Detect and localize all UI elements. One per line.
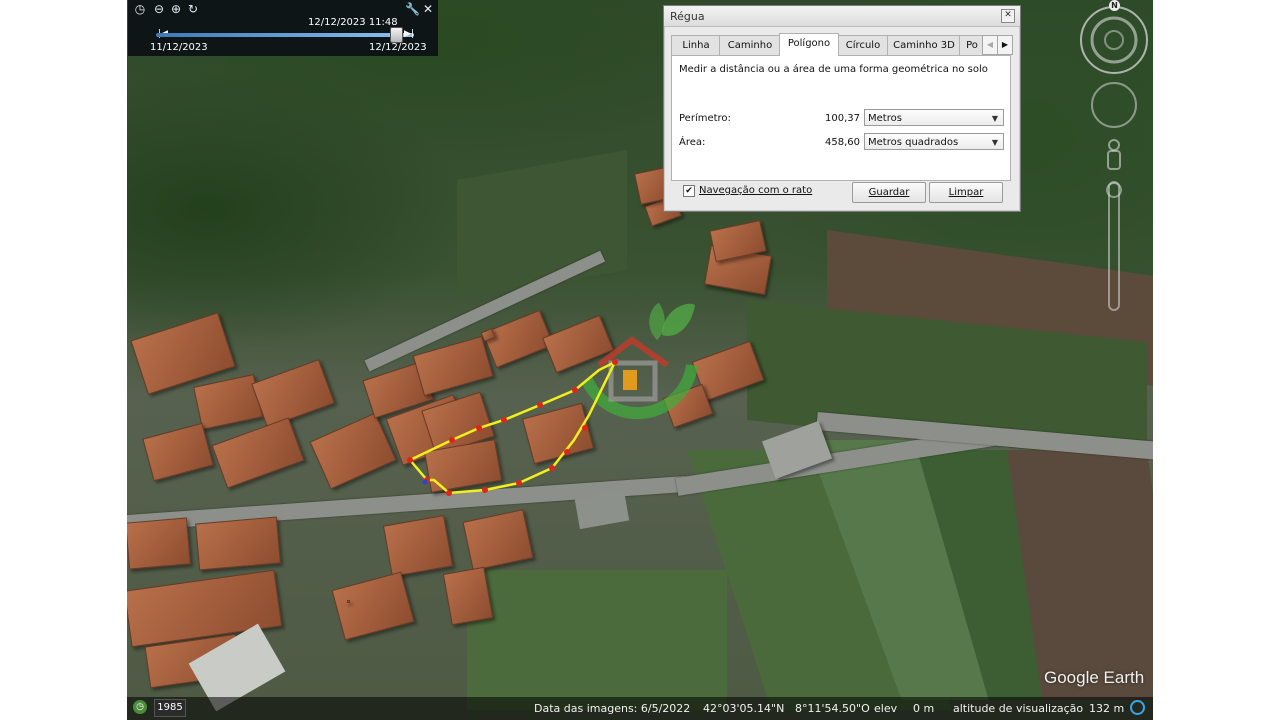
ruler-description: Medir a distância ou a área de uma forma…	[679, 64, 988, 75]
time-slider-thumb[interactable]	[390, 27, 403, 43]
ruler-tabs: Linha Caminho Polígono Círculo Caminho 3…	[671, 33, 1013, 56]
tab-circulo[interactable]: Círculo	[837, 35, 889, 55]
wrench-icon[interactable]: 🔧	[405, 2, 420, 16]
refresh-icon[interactable]: ↻	[186, 2, 200, 16]
next-step-icon[interactable]: ▶|	[404, 29, 414, 39]
historical-imagery-icon[interactable]: ◷	[133, 700, 147, 714]
chevron-down-icon: ▼	[991, 138, 998, 147]
status-bar: ◷ 1985 Data das imagens: 6/5/2022 42°03'…	[127, 697, 1153, 720]
tab-caminho[interactable]: Caminho	[719, 35, 781, 55]
tab-scroll-left-icon[interactable]: ◀	[982, 35, 998, 55]
ruler-dialog: Régua ✕ Linha Caminho Polígono Círculo C…	[663, 5, 1021, 212]
perimeter-unit-select[interactable]: Metros ▼	[864, 109, 1004, 126]
street-view-pegman-icon[interactable]	[1107, 139, 1121, 170]
compass-icon[interactable]	[1080, 6, 1148, 74]
ruler-panel: Medir a distância ou a área de uma forma…	[671, 55, 1011, 181]
save-button[interactable]: Guardar	[852, 182, 926, 203]
zoom-slider-icon[interactable]	[1106, 181, 1122, 311]
end-date-label: 12/12/2023	[369, 42, 427, 53]
elevation-value: 0 m	[913, 702, 935, 715]
area-unit-select[interactable]: Metros quadrados ▼	[864, 133, 1004, 150]
close-icon[interactable]: ✕	[421, 2, 435, 16]
eye-altitude-label: altitude de visualização	[953, 702, 1084, 715]
tab-scroll-right-icon[interactable]: ▶	[997, 35, 1013, 55]
latitude-readout: 42°03'05.14"N	[703, 702, 785, 715]
zoom-in-icon[interactable]: ⊕	[169, 2, 183, 16]
dialog-titlebar[interactable]: Régua ✕	[664, 6, 1020, 27]
mouse-navigation-checkbox[interactable]: ✔	[683, 185, 695, 197]
clock-icon[interactable]: ◷	[133, 2, 147, 16]
streaming-indicator-icon	[1130, 700, 1145, 715]
current-date-label: 12/12/2023 11:48	[308, 17, 398, 28]
imagery-date: Data das imagens: 6/5/2022	[534, 702, 691, 715]
tab-poligono[interactable]: Polígono	[779, 33, 839, 56]
google-earth-logo: Google Earth	[1044, 668, 1145, 687]
mouse-navigation-label: Navegação com o rato	[699, 185, 813, 196]
longitude-readout: 8°11'54.50"O	[795, 702, 870, 715]
start-date-label: 11/12/2023	[150, 42, 208, 53]
north-indicator: N	[1109, 0, 1120, 11]
chevron-down-icon: ▼	[991, 114, 998, 123]
clear-button[interactable]: Limpar	[929, 182, 1003, 203]
perimeter-label: Perímetro:	[679, 113, 731, 124]
perimeter-value: 100,37	[825, 113, 860, 124]
navigation-controls	[1080, 6, 1148, 311]
close-icon[interactable]: ✕	[1001, 9, 1015, 23]
area-value: 458,60	[825, 137, 860, 148]
area-label: Área:	[679, 137, 706, 148]
imagery-year-badge[interactable]: 1985	[154, 699, 186, 717]
eye-altitude-value: 132 m	[1089, 702, 1125, 715]
tab-linha[interactable]: Linha	[671, 35, 721, 55]
look-joystick-icon[interactable]	[1091, 82, 1137, 128]
dialog-title: Régua	[670, 10, 705, 23]
perimeter-unit-value: Metros	[868, 113, 902, 124]
time-track[interactable]	[156, 33, 414, 37]
area-unit-value: Metros quadrados	[868, 137, 959, 148]
tab-caminho-3d[interactable]: Caminho 3D	[887, 35, 961, 55]
zoom-out-icon[interactable]: ⊖	[152, 2, 166, 16]
elevation-label: elev	[874, 702, 898, 715]
